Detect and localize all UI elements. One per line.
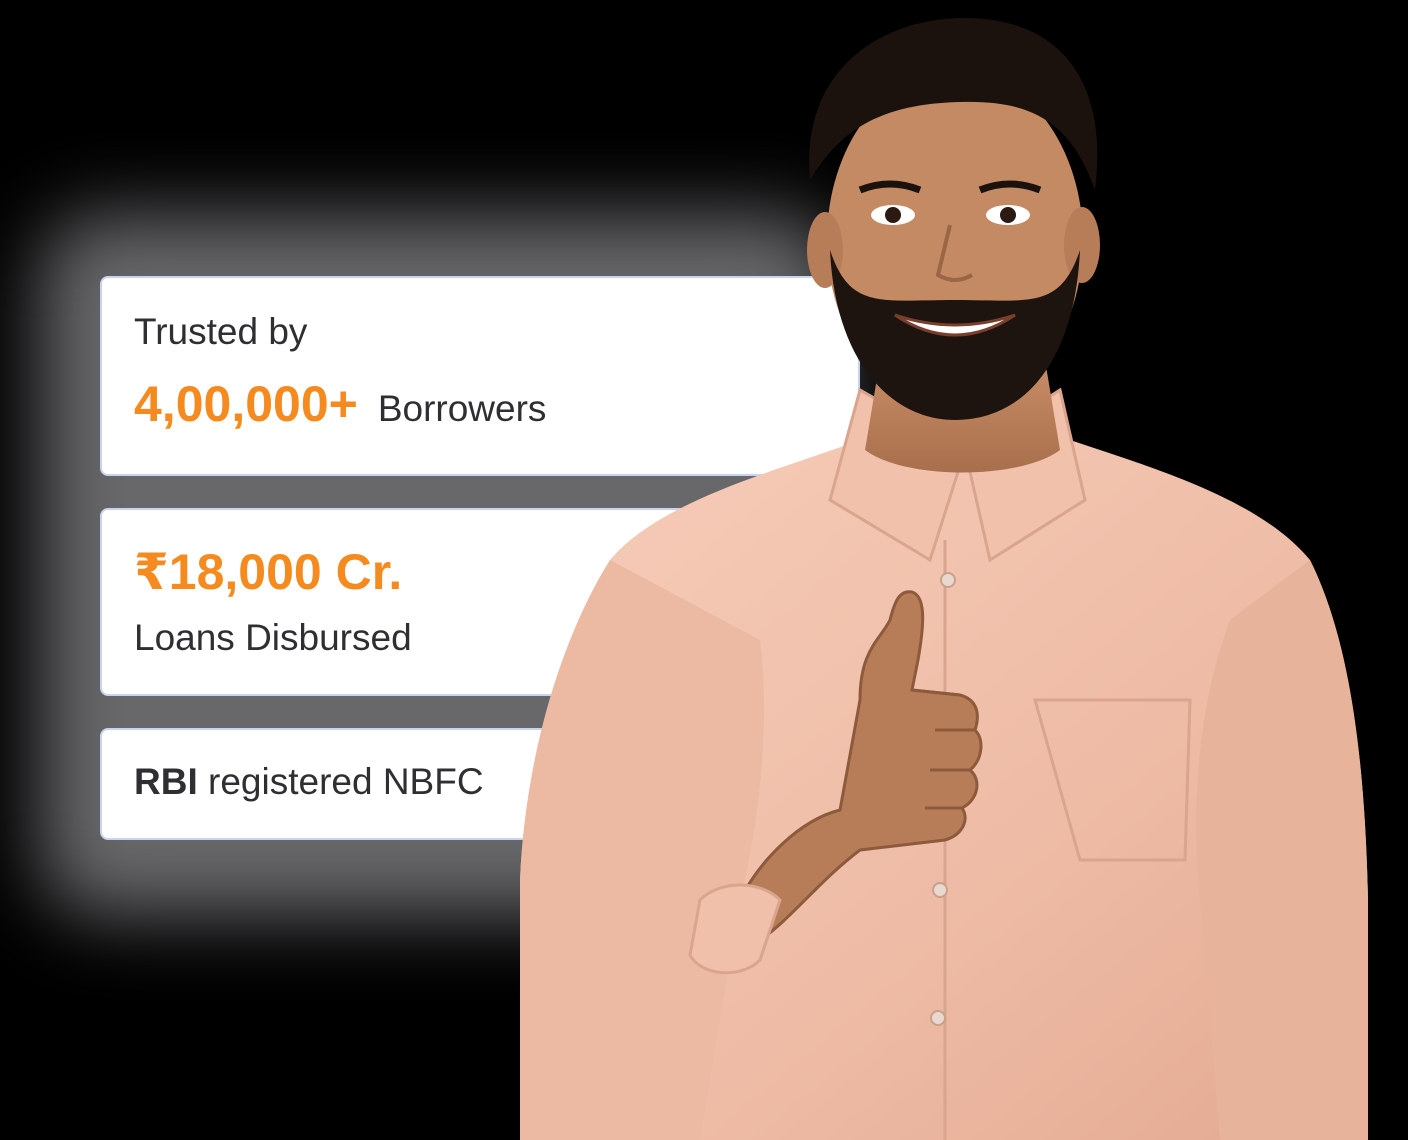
hero-graphic: Trusted by 4,00,000+ Borrowers ₹18,000 C…	[0, 0, 1408, 1140]
person-illustration	[520, 17, 1368, 1140]
